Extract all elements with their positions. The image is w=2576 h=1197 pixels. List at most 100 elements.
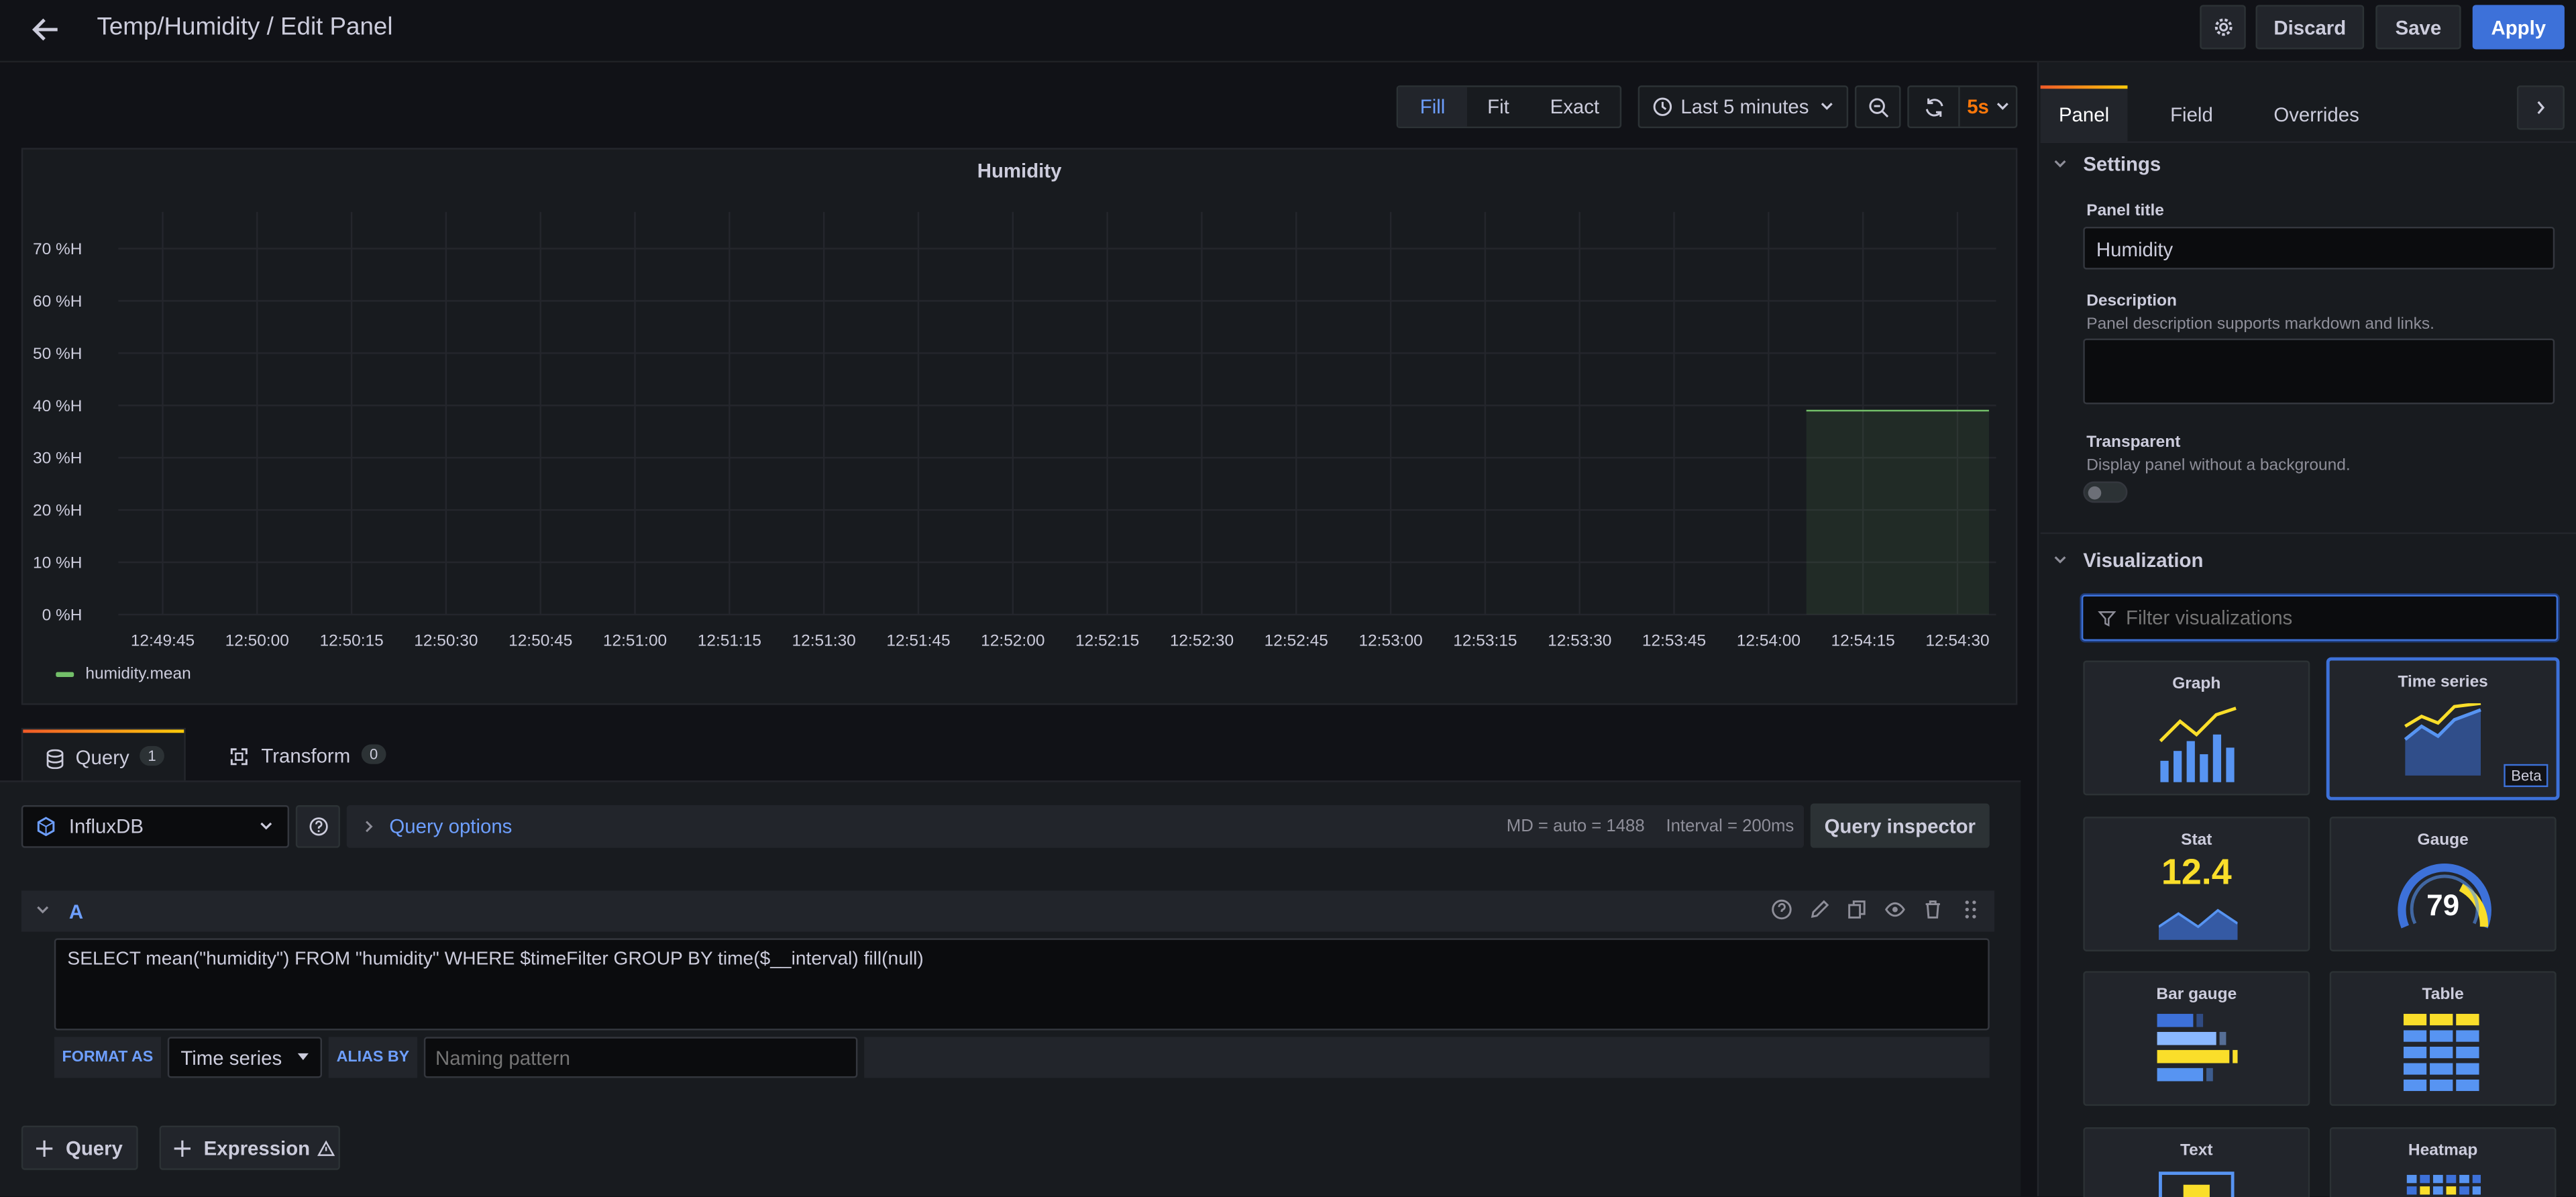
query-ref-id[interactable]: A xyxy=(69,900,83,923)
y-tick-label: 60 %H xyxy=(33,293,82,311)
viz-card-label: Bar gauge xyxy=(2156,986,2237,1004)
add-expression-label: Expression xyxy=(203,1136,311,1159)
add-query-button[interactable]: Query xyxy=(21,1125,138,1170)
query-inspector-button[interactable]: Query inspector xyxy=(1810,803,1990,848)
alias-by-input[interactable] xyxy=(423,1037,858,1078)
datasource-help-button[interactable] xyxy=(295,805,340,848)
collapse-pane-button[interactable] xyxy=(2516,85,2565,130)
viz-card-label: Text xyxy=(2180,1142,2213,1160)
filter-visualizations-input[interactable] xyxy=(2123,605,2540,631)
refresh-interval-select[interactable]: 5s xyxy=(1960,87,2016,127)
refresh-interval-value: 5s xyxy=(1967,95,1989,119)
graph-panel: Humidity 70 %H 60 %H 50 %H 40 %H 30 %H 20 %H 1… xyxy=(21,148,2018,705)
x-tick-label: 12:51:30 xyxy=(792,631,856,649)
add-query-label: Query xyxy=(65,1136,123,1159)
bar-gauge-viz-icon xyxy=(2157,1014,2238,1082)
top-bar: Temp/Humidity / Edit Panel Discard Save … xyxy=(0,0,2576,63)
time-picker[interactable]: Last 5 minutes xyxy=(1638,85,1849,129)
view-mode-group: Fill Fit Exact xyxy=(1396,85,1622,129)
viz-card-time-series[interactable]: Time series Beta xyxy=(2328,659,2559,799)
tab-field[interactable]: Field xyxy=(2152,85,2231,141)
refresh-picker: 5s xyxy=(1907,85,2018,129)
section-divider xyxy=(2040,532,2576,534)
help-icon[interactable] xyxy=(1771,899,1792,921)
query-options-bar: Query options MD = auto = 1488 Interval … xyxy=(346,805,1805,848)
legend-item[interactable]: humidity.mean xyxy=(85,666,191,684)
chevron-down-icon xyxy=(1996,103,2008,110)
query-row-actions xyxy=(1771,899,1981,921)
drag-handle-icon[interactable] xyxy=(1960,899,1982,921)
fit-option[interactable]: Fit xyxy=(1467,87,1529,127)
pencil-icon[interactable] xyxy=(1809,899,1830,921)
datasource-picker[interactable]: InfluxDB xyxy=(21,805,290,848)
query-options-toggle[interactable]: Query options xyxy=(389,815,512,838)
trash-icon[interactable] xyxy=(1922,899,1943,921)
clock-icon xyxy=(1653,97,1672,116)
panel-title-label: Panel title xyxy=(2086,202,2164,221)
duplicate-icon[interactable] xyxy=(1847,899,1868,921)
alias-by-label: ALIAS BY xyxy=(328,1037,418,1078)
tab-overrides[interactable]: Overrides xyxy=(2257,85,2375,141)
zoom-out-button[interactable] xyxy=(1854,85,1901,129)
x-tick-label: 12:53:30 xyxy=(1548,631,1611,649)
refresh-button[interactable] xyxy=(1909,87,1960,127)
collapse-chevron-icon[interactable] xyxy=(36,905,50,915)
x-tick-label: 12:49:45 xyxy=(131,631,195,649)
settings-button[interactable] xyxy=(2200,5,2246,50)
tab-panel[interactable]: Panel xyxy=(2040,85,2128,142)
alias-row-filler xyxy=(864,1037,1990,1078)
query-editor-textarea[interactable]: SELECT mean("humidity") FROM "humidity" … xyxy=(54,938,1990,1031)
viz-card-label: Gauge xyxy=(2417,831,2469,850)
zoom-out-icon xyxy=(1868,97,1888,117)
viz-card-label: Heatmap xyxy=(2408,1142,2478,1160)
viz-card-gauge[interactable]: Gauge 79 xyxy=(2329,817,2557,951)
x-tick-label: 12:50:45 xyxy=(508,631,572,649)
transform-icon xyxy=(230,748,248,766)
legend: humidity.mean xyxy=(56,666,191,684)
description-textarea[interactable] xyxy=(2083,338,2555,405)
chevron-down-icon xyxy=(260,822,272,830)
eye-icon[interactable] xyxy=(1884,899,1906,921)
viz-card-bar-gauge[interactable]: Bar gauge xyxy=(2083,971,2310,1106)
tab-query-label: Query xyxy=(75,745,129,770)
x-tick-label: 12:52:00 xyxy=(981,631,1044,649)
panel-title-input[interactable]: Humidity xyxy=(2083,226,2555,270)
back-arrow-icon[interactable] xyxy=(23,7,69,53)
viz-card-heatmap[interactable]: Heatmap xyxy=(2329,1127,2557,1197)
save-button[interactable]: Save xyxy=(2375,5,2461,50)
graph-viz-icon xyxy=(2159,707,2237,782)
fill-option[interactable]: Fill xyxy=(1398,87,1467,127)
series-area xyxy=(1806,411,1989,615)
format-as-select[interactable]: Time series xyxy=(167,1037,323,1078)
filter-icon xyxy=(2098,610,2116,626)
x-tick-label: 12:51:15 xyxy=(698,631,761,649)
tab-transform[interactable]: Transform 0 xyxy=(210,728,399,782)
visualization-section-header[interactable]: Visualization xyxy=(2053,549,2203,572)
plus-icon xyxy=(174,1139,191,1156)
time-series-viz-icon xyxy=(2404,703,2481,776)
x-tick-label: 12:52:45 xyxy=(1265,631,1328,649)
stat-preview-value: 12.4 xyxy=(2161,851,2232,892)
viz-card-text[interactable]: Text xyxy=(2083,1127,2310,1197)
y-tick-label: 50 %H xyxy=(33,345,82,363)
discard-button[interactable]: Discard xyxy=(2255,5,2365,50)
apply-button[interactable]: Apply xyxy=(2472,5,2565,50)
settings-section-header[interactable]: Settings xyxy=(2053,153,2161,176)
exact-option[interactable]: Exact xyxy=(1529,87,1620,127)
tab-transform-label: Transform xyxy=(261,744,351,768)
viz-card-label: Graph xyxy=(2172,675,2221,694)
tab-query[interactable]: Query 1 xyxy=(21,727,186,782)
description-label: Description xyxy=(2086,292,2177,311)
viz-card-table[interactable]: Table xyxy=(2329,971,2557,1106)
tab-divider xyxy=(2040,141,2576,144)
viz-card-label: Table xyxy=(2422,986,2464,1004)
viz-card-stat[interactable]: Stat 12.4 xyxy=(2083,817,2310,951)
transparent-help: Display panel without a background. xyxy=(2086,456,2351,475)
x-tick-label: 12:54:15 xyxy=(1831,631,1895,649)
viz-card-graph[interactable]: Graph xyxy=(2083,660,2310,796)
x-tick-label: 12:53:00 xyxy=(1358,631,1422,649)
x-tick-label: 12:53:45 xyxy=(1642,631,1706,649)
transparent-toggle[interactable] xyxy=(2083,481,2128,503)
x-tick-label: 12:52:15 xyxy=(1075,631,1139,649)
add-expression-button[interactable]: Expression xyxy=(159,1125,340,1170)
